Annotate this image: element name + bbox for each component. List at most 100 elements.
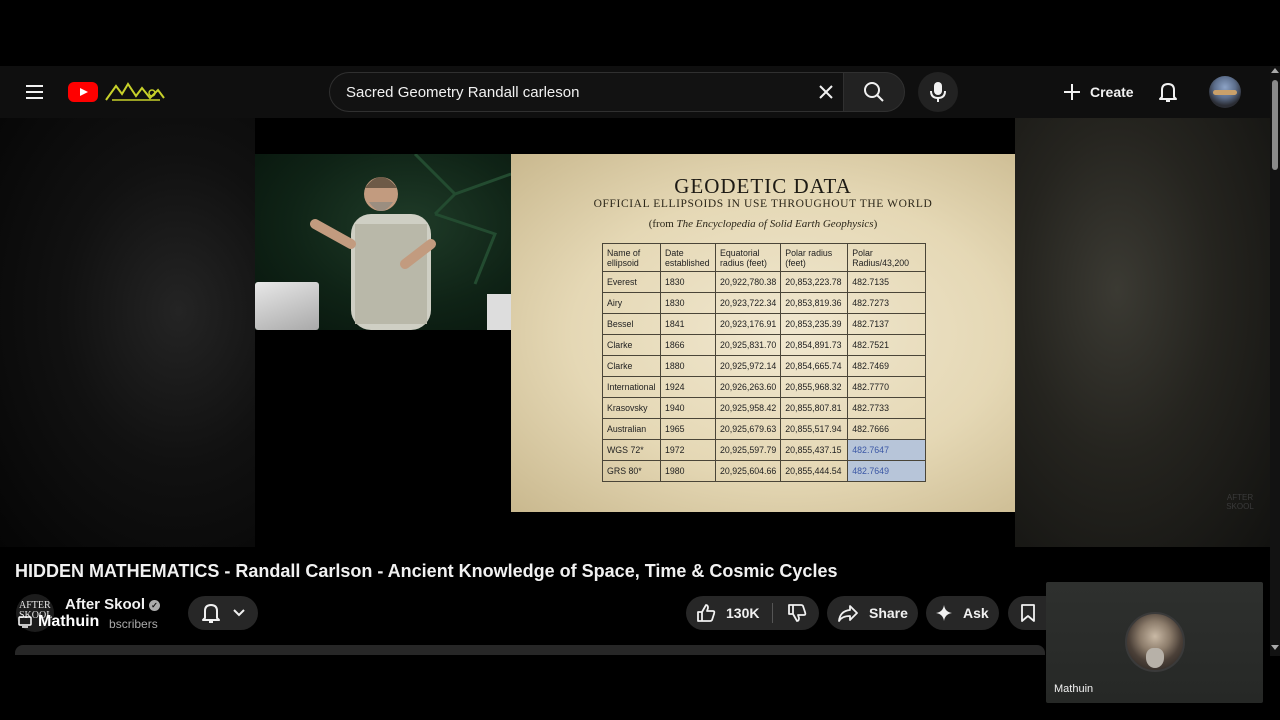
cast-name: Mathuin xyxy=(38,613,100,630)
mic-icon xyxy=(930,82,946,102)
table-row: Krasovsky 1940 20,925,958.42 20,855,807.81 4… xyxy=(602,397,927,419)
scroll-up-arrow-icon[interactable] xyxy=(1271,68,1279,73)
table-cell-highlighted: 482.7649 xyxy=(847,460,927,482)
youtube-logo-icon xyxy=(68,82,98,102)
ask-button[interactable]: Ask xyxy=(926,596,999,630)
table-cell: 1972 xyxy=(660,439,716,461)
subscriber-count-text: bscribers xyxy=(109,617,158,631)
table-cell: 20,925,679.63 xyxy=(714,418,782,440)
like-count: 130K xyxy=(726,605,760,621)
table-row: Clarke 1880 20,925,972.14 20,854,665.74 482.… xyxy=(602,355,927,377)
menu-icon-bar xyxy=(25,91,43,93)
dislike-button[interactable] xyxy=(774,596,819,630)
channel-watermark[interactable]: AFTER SKOOL xyxy=(1222,493,1258,511)
subscribed-notifications-button[interactable] xyxy=(188,596,258,630)
like-dislike-group: 130K xyxy=(686,596,819,630)
description-box[interactable] xyxy=(15,645,1045,655)
table-cell: 20,923,176.91 xyxy=(714,313,782,335)
bell-icon xyxy=(1159,83,1177,102)
table-cell: 1980 xyxy=(660,460,716,482)
video-player[interactable]: GEODETIC DATA OFFICIAL ELLIPSOIDS IN USE… xyxy=(0,118,1270,547)
webcam-name: Mathuin xyxy=(1054,683,1094,695)
like-divider xyxy=(772,603,773,623)
table-cell: Everest xyxy=(602,271,661,293)
table-cell: 482.7521 xyxy=(847,334,927,356)
table-cell: 20,855,444.54 xyxy=(780,460,849,482)
speaker-inset xyxy=(255,154,511,330)
top-band xyxy=(0,0,1280,66)
menu-button[interactable] xyxy=(18,76,50,108)
clear-search-button[interactable] xyxy=(813,79,839,105)
create-button[interactable]: Create xyxy=(1052,74,1144,110)
geodetic-data-table: Name of ellipsoid Date established Equat… xyxy=(602,243,927,482)
like-button[interactable]: 130K xyxy=(686,596,770,630)
table-row: Airy 1830 20,923,722.34 20,853,819.36 482.72… xyxy=(602,292,927,314)
ask-label: Ask xyxy=(963,605,989,621)
notifications-button[interactable] xyxy=(1150,74,1186,110)
table-cell: 1880 xyxy=(660,355,716,377)
search-box[interactable]: Sacred Geometry Randall carleson xyxy=(329,72,843,112)
search-button[interactable] xyxy=(843,72,905,112)
table-cell: 482.7273 xyxy=(847,292,927,314)
webcam-overlay: Mathuin xyxy=(1046,582,1263,703)
webcam-avatar xyxy=(1125,612,1185,672)
scroll-down-arrow-icon[interactable] xyxy=(1271,645,1279,650)
presentation-slide: GEODETIC DATA OFFICIAL ELLIPSOIDS IN USE… xyxy=(511,154,1015,512)
table-cell: 20,925,958.42 xyxy=(714,397,782,419)
table-cell: 20,925,604.66 xyxy=(714,460,782,482)
table-cell: 20,925,972.14 xyxy=(714,355,782,377)
search-input[interactable]: Sacred Geometry Randall carleson xyxy=(346,84,579,101)
slide-subtitle: OFFICIAL ELLIPSOIDS IN USE THROUGHOUT TH… xyxy=(593,198,933,210)
thumbs-up-icon xyxy=(697,604,716,622)
table-cell: 20,853,235.39 xyxy=(780,313,849,335)
bell-icon xyxy=(201,604,220,623)
plus-icon xyxy=(1064,84,1080,100)
menu-icon-bar xyxy=(25,85,43,87)
bookmark-icon xyxy=(1021,604,1035,622)
scrollbar-thumb[interactable] xyxy=(1272,80,1278,170)
slide-source-suffix: ) xyxy=(873,218,878,230)
close-icon xyxy=(819,85,833,99)
table-cell: 1940 xyxy=(660,397,716,419)
table-cell: 20,855,437.15 xyxy=(780,439,849,461)
table-cell: GRS 80* xyxy=(602,460,661,482)
table-cell: Krasovsky xyxy=(602,397,661,419)
table-cell: 1965 xyxy=(660,418,716,440)
ambient-glow-left xyxy=(0,118,255,547)
table-cell: 482.7666 xyxy=(847,418,927,440)
slide-title: GEODETIC DATA xyxy=(674,174,852,198)
table-cell: 1924 xyxy=(660,376,716,398)
share-icon xyxy=(838,605,858,622)
slide-source: (from The Encyclopedia of Solid Earth Ge… xyxy=(511,218,1015,230)
table-cell: 482.7135 xyxy=(847,271,927,293)
slide-source-title: The Encyclopedia of Solid Earth Geophysi… xyxy=(676,218,874,230)
account-avatar[interactable] xyxy=(1209,76,1241,108)
table-cell: 1866 xyxy=(660,334,716,356)
table-cell: Australian xyxy=(602,418,661,440)
table-cell: 20,855,517.94 xyxy=(780,418,849,440)
table-row: International 1924 20,926,263.60 20,855,968… xyxy=(602,376,927,398)
table-cell: 482.7469 xyxy=(847,355,927,377)
doodle-logo-icon xyxy=(105,82,165,101)
voice-search-button[interactable] xyxy=(918,72,958,112)
search-icon xyxy=(864,82,884,102)
youtube-logo[interactable] xyxy=(68,80,166,104)
menu-icon-bar xyxy=(25,97,43,99)
table-cell: 1841 xyxy=(660,313,716,335)
table-cell: 1830 xyxy=(660,292,716,314)
channel-name-text: After Skool xyxy=(65,596,146,613)
table-cell: 20,925,597.79 xyxy=(714,439,782,461)
share-button[interactable]: Share xyxy=(827,596,918,630)
channel-name[interactable]: After Skool ✓ xyxy=(65,596,161,613)
table-cell: 20,925,831.70 xyxy=(714,334,782,356)
podium-image xyxy=(487,294,511,330)
table-cell: Airy xyxy=(602,292,661,314)
save-button[interactable] xyxy=(1008,596,1048,630)
ambient-glow-right xyxy=(1015,118,1270,547)
video-title: HIDDEN MATHEMATICS - Randall Carlson - A… xyxy=(15,561,838,581)
table-row: Australian 1965 20,925,679.63 20,855,517.94… xyxy=(602,418,927,440)
chevron-down-icon xyxy=(233,609,246,617)
table-cell: International xyxy=(602,376,661,398)
table-header-row: Name of ellipsoid Date established Equat… xyxy=(602,243,927,272)
slide-source-prefix: (from xyxy=(648,218,677,230)
